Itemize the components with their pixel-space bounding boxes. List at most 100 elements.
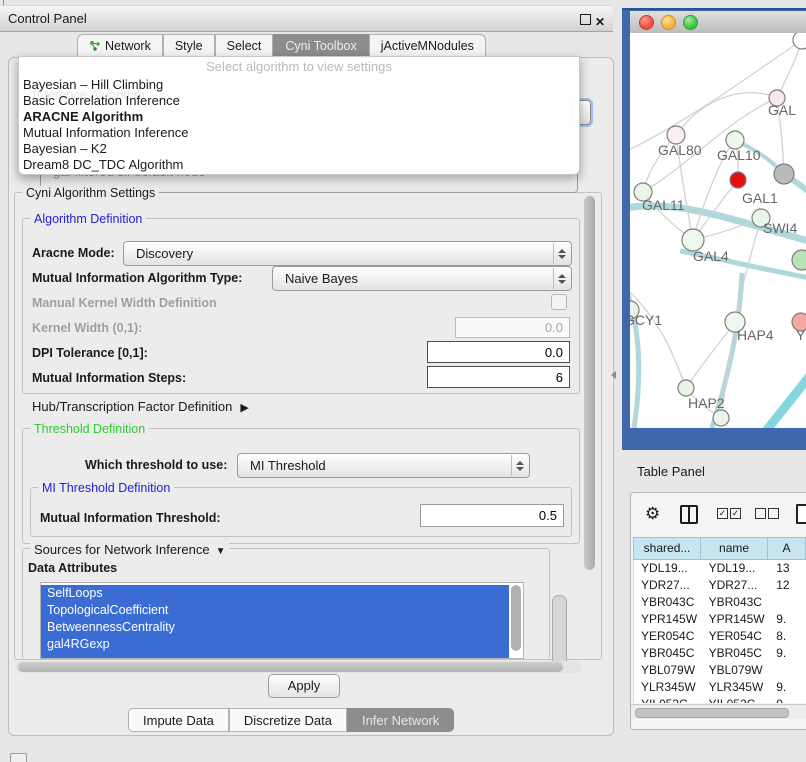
float-icon[interactable] — [580, 14, 591, 25]
table-row[interactable]: YDL19...YDL19...13 — [634, 560, 806, 577]
algorithm-option[interactable]: ARACNE Algorithm — [19, 109, 579, 125]
tab-impute-data[interactable]: Impute Data — [128, 708, 229, 732]
table-cell[interactable]: 12 — [769, 577, 806, 594]
table-cell[interactable]: YDR27... — [702, 577, 770, 594]
network-canvas[interactable]: GALGAL80GAL10GAL1GAL11SWI4GAL4GCY1HAP4YH… — [630, 33, 806, 428]
aracne-mode-combobox[interactable]: Discovery — [123, 241, 572, 266]
table-column-header[interactable]: A — [768, 538, 806, 559]
data-attributes-list[interactable]: SelfLoopsTopologicalCoefficientBetweenne… — [40, 582, 524, 659]
select-all-checkbox-icon[interactable]: ✓ — [717, 508, 728, 519]
tab-style[interactable]: Style — [163, 34, 215, 57]
table-cell[interactable]: YBL079W — [634, 662, 702, 679]
table-cell[interactable] — [769, 594, 806, 611]
settings-hscrollbar[interactable] — [16, 661, 582, 673]
attribute-list-item[interactable]: BetweennessCentrality — [41, 619, 509, 636]
tab-discretize-data[interactable]: Discretize Data — [229, 708, 347, 732]
settings-scrollbar-thumb[interactable] — [584, 196, 595, 570]
zoom-traffic-light-icon[interactable] — [683, 15, 698, 30]
table-cell[interactable]: 9. — [769, 679, 806, 696]
close-traffic-light-icon[interactable] — [639, 15, 654, 30]
table-row[interactable]: YBR043CYBR043C — [634, 594, 806, 611]
mi-threshold-field[interactable] — [420, 504, 564, 527]
attribute-list-item[interactable] — [41, 653, 509, 659]
algorithm-option[interactable]: Dream8 DC_TDC Algorithm — [19, 157, 579, 173]
table-column-header[interactable]: shared... — [634, 538, 701, 559]
table-cell[interactable]: 9. — [769, 696, 806, 703]
deselect-all-checkbox-icon[interactable] — [768, 508, 779, 519]
table-cell[interactable]: YPR145W — [702, 611, 770, 628]
stepper-icon[interactable] — [511, 455, 528, 476]
table-row[interactable]: YBR045CYBR045C9. — [634, 645, 806, 662]
table-cell[interactable]: YBR043C — [702, 594, 770, 611]
select-all-checkbox-icon[interactable]: ✓ — [730, 508, 741, 519]
chevron-right-icon[interactable]: ▶ — [240, 401, 248, 414]
minimized-panel-icon[interactable] — [10, 753, 27, 762]
table-cell[interactable]: 9. — [769, 645, 806, 662]
dpi-tolerance-field[interactable] — [427, 341, 570, 363]
table-cell[interactable]: YER054C — [634, 628, 702, 645]
table-cell[interactable]: 8. — [769, 628, 806, 645]
stepper-icon[interactable] — [553, 243, 570, 264]
tab-jactivemnodules[interactable]: jActiveMNodules — [369, 34, 486, 57]
network-edge[interactable] — [766, 363, 806, 428]
mi-type-combobox[interactable]: Naive Bayes — [272, 266, 572, 291]
inner-scrollbar-thumb[interactable] — [552, 595, 567, 669]
tab-network[interactable]: Network — [77, 34, 163, 57]
table-hscrollbar-thumb[interactable] — [635, 708, 789, 718]
algorithm-option[interactable]: Mutual Information Inference — [19, 125, 579, 141]
apply-button[interactable]: Apply — [268, 674, 340, 698]
columns-icon[interactable] — [680, 505, 698, 524]
table-cell[interactable]: YPR145W — [634, 611, 702, 628]
attribute-list-item[interactable]: TopologicalCoefficient — [41, 602, 509, 619]
mi-steps-field[interactable] — [427, 366, 570, 388]
table-cell[interactable]: YDL19... — [702, 560, 770, 577]
network-window-titlebar[interactable] — [630, 11, 806, 34]
new-table-icon[interactable] — [796, 504, 806, 524]
list-scrollbar-thumb[interactable] — [511, 585, 521, 651]
close-icon[interactable]: ✕ — [595, 10, 605, 35]
minimize-traffic-light-icon[interactable] — [661, 15, 676, 30]
network-node-bottom-node[interactable] — [713, 410, 729, 426]
tab-select[interactable]: Select — [215, 34, 274, 57]
table-cell[interactable]: 13 — [769, 560, 806, 577]
table-cell[interactable]: YLR345W — [634, 679, 702, 696]
stepper-icon[interactable] — [553, 268, 570, 289]
network-node-gray-node[interactable] — [774, 164, 794, 184]
table-row[interactable]: YPR145WYPR145W9. — [634, 611, 806, 628]
which-threshold-combobox[interactable]: MI Threshold — [237, 453, 530, 478]
table-cell[interactable] — [769, 662, 806, 679]
table-row[interactable]: YER054CYER054C8. — [634, 628, 806, 645]
table-cell[interactable]: YBR045C — [634, 645, 702, 662]
chevron-down-icon[interactable]: ▼ — [216, 546, 226, 557]
hub-definition-toggle[interactable]: Hub/Transcription Factor Definition▶ — [32, 399, 249, 414]
table-cell[interactable]: YDL19... — [634, 560, 702, 577]
table-cell[interactable]: YER054C — [702, 628, 770, 645]
table-row[interactable]: YIL052CYIL052C9. — [634, 696, 806, 703]
table-hscrollbar[interactable] — [631, 704, 806, 719]
table-cell[interactable]: YLR345W — [702, 679, 770, 696]
network-node-top-partial[interactable] — [793, 33, 806, 49]
network-node-green-right[interactable] — [792, 250, 806, 270]
table-row[interactable]: YDR27...YDR27...12 — [634, 577, 806, 594]
table-cell[interactable]: 9. — [769, 611, 806, 628]
settings-hscrollbar-thumb[interactable] — [18, 662, 563, 672]
table-cell[interactable]: YBR043C — [634, 594, 702, 611]
table-cell[interactable]: YBR045C — [702, 645, 770, 662]
attribute-list-item[interactable]: gal4RGexp — [41, 636, 509, 653]
table-column-header[interactable]: name — [701, 538, 768, 559]
table-cell[interactable]: YIL052C — [702, 696, 770, 703]
table-row[interactable]: YBL079WYBL079W — [634, 662, 806, 679]
network-node-red-node[interactable] — [730, 172, 746, 188]
attribute-list-item[interactable]: SelfLoops — [41, 585, 509, 602]
splitter-collapse-icon[interactable] — [611, 371, 616, 379]
tab-cyni-toolbox[interactable]: Cyni Toolbox — [273, 34, 368, 57]
table-cell[interactable]: YIL052C — [634, 696, 702, 703]
algorithm-option[interactable]: Bayesian – K2 — [19, 141, 579, 157]
table-cell[interactable]: YBL079W — [702, 662, 770, 679]
gear-icon[interactable]: ⚙ — [645, 501, 660, 527]
network-node-hap2[interactable] — [678, 380, 694, 396]
tab-infer-network[interactable]: Infer Network — [347, 708, 454, 732]
table-row[interactable]: YLR345WYLR345W9. — [634, 679, 806, 696]
table-cell[interactable]: YDR27... — [634, 577, 702, 594]
deselect-all-checkbox-icon[interactable] — [755, 508, 766, 519]
